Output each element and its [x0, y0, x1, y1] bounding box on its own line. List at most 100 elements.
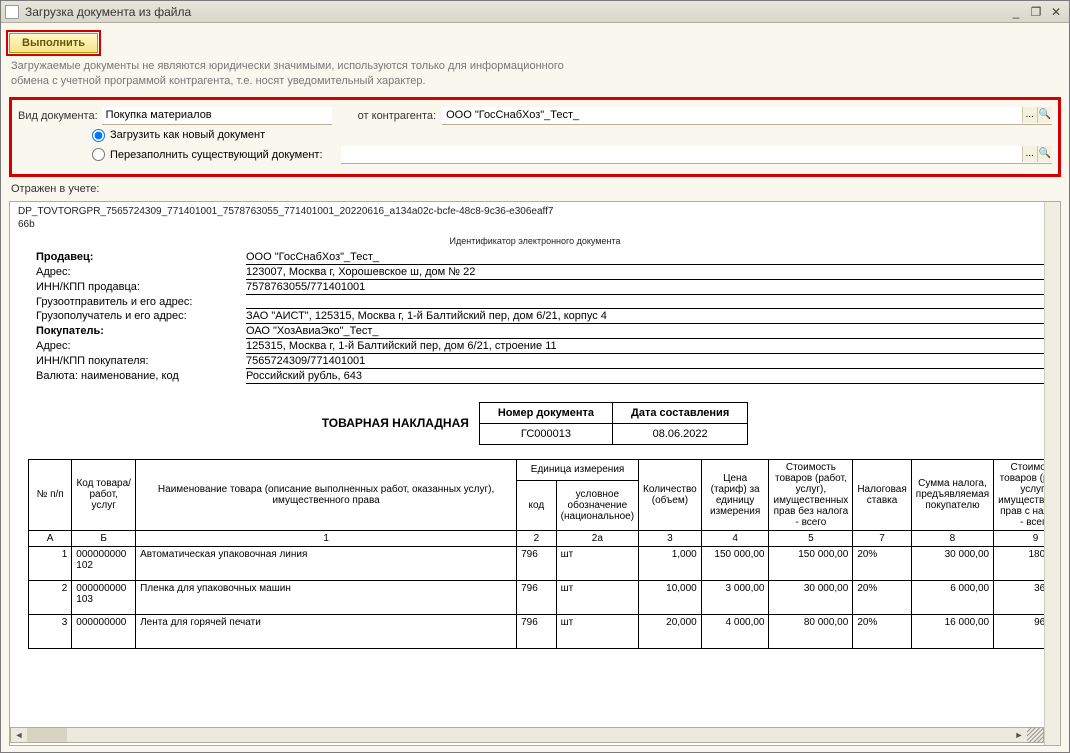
doc-type-field[interactable] [102, 107, 332, 125]
colnum-2a: 2а [556, 530, 638, 546]
info-label: ИНН/КПП покупателя: [36, 354, 246, 369]
reflected-label: Отражен в учете: [1, 177, 1069, 201]
th-vat: Налоговая ставка [853, 459, 911, 530]
contractor-search-button[interactable]: 🔍 [1037, 107, 1052, 123]
doc-id-block: DP_TOVTORGPR_7565724309_771401001_757876… [10, 202, 1060, 246]
info-label: Грузоотправитель и его адрес: [36, 295, 246, 309]
table-cell: 30 000,00 [911, 546, 993, 580]
radio-refill-label: Перезаполнить существующий документ: [110, 149, 323, 161]
info-row: ИНН/КПП покупателя:7565724309/771401001 [36, 354, 1048, 369]
colnum-7: 7 [853, 530, 911, 546]
table-cell: 796 [517, 546, 557, 580]
goods-table: № п/п Код товара/ работ, услуг Наименова… [28, 459, 1061, 649]
table-cell: 3 [29, 614, 72, 648]
torg-date-value: 08.06.2022 [613, 423, 748, 444]
table-cell: 000000000103 [72, 580, 136, 614]
info-label: Грузополучатель и его адрес: [36, 309, 246, 324]
info-row: Продавец:ООО "ГосСнабХоз"_Тест_ [36, 250, 1048, 265]
horizontal-scrollbar[interactable]: ◄ ► [10, 727, 1044, 743]
th-unit-group: Единица измерения [517, 459, 639, 480]
colnum-b: Б [72, 530, 136, 546]
radio-refill-doc[interactable] [92, 148, 105, 161]
vertical-scrollbar[interactable] [1044, 202, 1060, 745]
th-num: № п/п [29, 459, 72, 530]
th-unit-name: условное обозначение (национальное) [556, 480, 638, 530]
document-icon [5, 5, 19, 19]
th-code: Код товара/ работ, услуг [72, 459, 136, 530]
info-row: Адрес:123007, Москва г, Хорошевское ш, д… [36, 265, 1048, 280]
info-label: Валюта: наименование, код [36, 369, 246, 384]
info-row: Грузоотправитель и его адрес: [36, 295, 1048, 309]
doc-id-line1: DP_TOVTORGPR_7565724309_771401001_757876… [18, 206, 553, 217]
table-row: 2000000000103Пленка для упаковочных маши… [29, 580, 1062, 614]
th-sum: Стоимость товаров (работ, услуг), имущес… [769, 459, 853, 530]
contractor-field[interactable]: ... 🔍 [442, 107, 1052, 125]
table-cell: Лента для горячей печати [136, 614, 517, 648]
contractor-choose-button[interactable]: ... [1022, 107, 1037, 123]
info-row: ИНН/КПП продавца:7578763055/771401001 [36, 280, 1048, 295]
info-line-1: Загружаемые документы не являются юридич… [11, 60, 564, 72]
titlebar[interactable]: Загрузка документа из файла _ ❐ ✕ [1, 1, 1069, 23]
info-line-2: обмена с учетной программой контрагента,… [11, 75, 426, 87]
info-label: Продавец: [36, 250, 246, 265]
edo-id-label: Идентификатор электронного документа [18, 236, 1052, 246]
table-cell: шт [556, 580, 638, 614]
colnum-4: 4 [701, 530, 769, 546]
existing-doc-field[interactable]: ... 🔍 [341, 146, 1052, 164]
scroll-right-button[interactable]: ► [1011, 728, 1027, 742]
torg-title: ТОВАРНАЯ НАКЛАДНАЯ [322, 416, 469, 430]
info-value: ООО "ГосСнабХоз"_Тест_ [246, 250, 1048, 265]
info-value: ОАО "ХозАвиаЭко"_Тест_ [246, 324, 1048, 339]
table-cell: 10,000 [639, 580, 702, 614]
colnum-a: А [29, 530, 72, 546]
table-row: 1000000000102Автоматическая упаковочная … [29, 546, 1062, 580]
parameters-highlight: Вид документа: от контрагента: ... 🔍 Заг… [9, 97, 1061, 177]
execute-button[interactable]: Выполнить [9, 33, 98, 53]
table-cell: 3 000,00 [701, 580, 769, 614]
restore-button[interactable]: ❐ [1027, 4, 1045, 20]
table-cell: 150 000,00 [769, 546, 853, 580]
table-cell: 1,000 [639, 546, 702, 580]
close-button[interactable]: ✕ [1047, 4, 1065, 20]
radio-new-label: Загрузить как новый документ [110, 129, 265, 141]
document-preview-pane[interactable]: DP_TOVTORGPR_7565724309_771401001_757876… [9, 201, 1061, 746]
colnum-5: 5 [769, 530, 853, 546]
table-cell: 2 [29, 580, 72, 614]
info-row: Валюта: наименование, кодРоссийский рубл… [36, 369, 1048, 384]
app-window: Загрузка документа из файла _ ❐ ✕ Выполн… [0, 0, 1070, 753]
table-cell: шт [556, 614, 638, 648]
torg-num-header: Номер документа [479, 402, 612, 423]
info-label: ИНН/КПП продавца: [36, 280, 246, 295]
minimize-button[interactable]: _ [1007, 4, 1025, 20]
from-label: от контрагента: [358, 110, 436, 122]
th-vatsum: Сумма налога, предъявляемая покупателю [911, 459, 993, 530]
torg-num-value: ГС000013 [479, 423, 612, 444]
table-cell: 000000000102 [72, 546, 136, 580]
info-label: Покупатель: [36, 324, 246, 339]
torg-number-table: Номер документа Дата составления ГС00001… [479, 402, 748, 445]
scroll-thumb[interactable] [27, 728, 67, 742]
table-cell: 20% [853, 580, 911, 614]
info-value: Российский рубль, 643 [246, 369, 1048, 384]
doc-type-label: Вид документа: [18, 110, 98, 122]
table-cell: 1 [29, 546, 72, 580]
existing-doc-choose-button[interactable]: ... [1022, 146, 1037, 162]
th-name: Наименование товара (описание выполненны… [136, 459, 517, 530]
info-label: Адрес: [36, 265, 246, 280]
doc-info-block: Продавец:ООО "ГосСнабХоз"_Тест_Адрес:123… [10, 250, 1060, 384]
colnum-8: 8 [911, 530, 993, 546]
existing-doc-search-button[interactable]: 🔍 [1037, 146, 1052, 162]
info-value: ЗАО "АИСТ", 125315, Москва г, 1-й Балтий… [246, 309, 1048, 324]
toolbar: Выполнить [1, 23, 1069, 57]
existing-doc-input[interactable] [341, 148, 1017, 160]
table-cell: 20% [853, 614, 911, 648]
radio-new-doc[interactable] [92, 129, 105, 142]
scroll-left-button[interactable]: ◄ [11, 728, 27, 742]
table-cell: 20% [853, 546, 911, 580]
doc-type-input[interactable] [102, 109, 332, 121]
info-label: Адрес: [36, 339, 246, 354]
resize-grip[interactable] [1027, 727, 1043, 743]
info-value: 7565724309/771401001 [246, 354, 1048, 369]
table-cell: 4 000,00 [701, 614, 769, 648]
contractor-input[interactable] [442, 109, 1021, 121]
